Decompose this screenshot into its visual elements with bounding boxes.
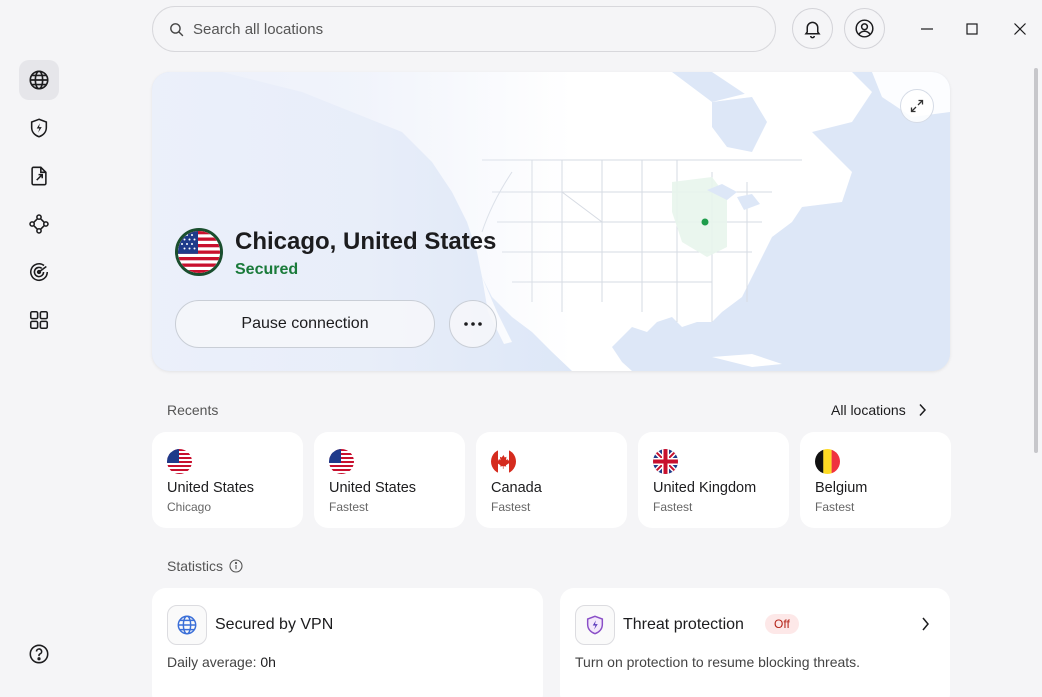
- shield-bolt-icon: [30, 118, 48, 138]
- all-locations-link[interactable]: All locations: [831, 402, 928, 418]
- sidebar-item-file-share[interactable]: [19, 156, 59, 196]
- recent-country: United States: [329, 480, 417, 496]
- vpn-stat-title: Secured by VPN: [215, 616, 334, 633]
- close-button[interactable]: [1005, 14, 1035, 44]
- expand-map-button[interactable]: [900, 89, 934, 123]
- recent-country: United Kingdom: [653, 480, 757, 496]
- shield-bolt-icon: [586, 615, 604, 635]
- connection-status: Secured: [235, 261, 299, 278]
- info-icon[interactable]: [229, 559, 243, 573]
- notifications-button[interactable]: [792, 8, 833, 49]
- sidebar-item-globe[interactable]: [19, 60, 59, 100]
- minimize-icon: [921, 28, 933, 30]
- recents-heading: Recents: [167, 402, 219, 418]
- meshnet-icon: [29, 214, 49, 234]
- us-flag-icon: [175, 228, 223, 276]
- recent-location-card[interactable]: United Kingdom Fastest: [638, 432, 789, 528]
- us-flag-icon: [167, 449, 192, 474]
- search-bar[interactable]: [152, 6, 776, 52]
- scrollbar[interactable]: [1034, 68, 1038, 453]
- threat-description: Turn on protection to resume blocking th…: [575, 654, 861, 670]
- vpn-globe-icon-box: [167, 605, 207, 645]
- sidebar-item-dark-web-monitor[interactable]: [19, 252, 59, 292]
- statistics-heading: Statistics: [167, 558, 243, 574]
- more-options-button[interactable]: [449, 300, 497, 348]
- sidebar: [0, 0, 78, 697]
- recent-country: Belgium: [815, 480, 868, 496]
- sidebar-item-threat-protection[interactable]: [19, 108, 59, 148]
- recent-subtitle: Chicago: [167, 500, 212, 514]
- globe-icon: [177, 615, 197, 635]
- recent-subtitle: Fastest: [491, 500, 531, 514]
- radar-icon: [29, 263, 49, 281]
- chevron-right-icon: [919, 403, 926, 417]
- daily-average: Daily average: 0h: [167, 654, 276, 670]
- account-button[interactable]: [844, 8, 885, 49]
- recent-country: United States: [167, 480, 255, 496]
- file-share-icon: [31, 166, 47, 186]
- help-icon: [29, 644, 49, 664]
- secured-by-vpn-card[interactable]: Secured by VPN Daily average: 0h: [152, 588, 543, 697]
- all-locations-label: All locations: [831, 402, 906, 418]
- recent-subtitle: Fastest: [329, 500, 369, 514]
- us-flag-icon: [329, 449, 354, 474]
- daily-average-label: Daily average:: [167, 654, 261, 670]
- recent-subtitle: Fastest: [815, 500, 855, 514]
- search-input[interactable]: [193, 20, 753, 38]
- threat-shield-icon-box: [575, 605, 615, 645]
- sidebar-item-apps[interactable]: [19, 300, 59, 340]
- globe-icon: [29, 70, 49, 90]
- recent-country: Canada: [491, 480, 542, 496]
- recent-location-card[interactable]: United States Chicago: [152, 432, 303, 528]
- connection-map-card: Chicago, United States Secured Pause con…: [152, 72, 950, 371]
- minimize-button[interactable]: [912, 14, 942, 44]
- search-icon: [170, 22, 184, 36]
- chevron-right-icon: [922, 617, 929, 631]
- ca-flag-icon: [491, 449, 516, 474]
- recent-location-card[interactable]: Canada Fastest: [476, 432, 627, 528]
- maximize-icon: [966, 23, 978, 35]
- be-flag-icon: [815, 449, 840, 474]
- more-dots-icon: [464, 322, 482, 326]
- sidebar-item-help[interactable]: [19, 634, 59, 674]
- close-icon: [1014, 23, 1026, 35]
- bell-icon: [804, 21, 821, 39]
- recent-subtitle: Fastest: [653, 500, 693, 514]
- connected-location-title: Chicago, United States: [235, 228, 497, 255]
- daily-average-value: 0h: [260, 654, 276, 670]
- status-badge: Off: [765, 614, 799, 634]
- statistics-label: Statistics: [167, 558, 224, 574]
- recent-location-card[interactable]: Belgium Fastest: [800, 432, 951, 528]
- gb-flag-icon: [653, 449, 678, 474]
- maximize-button[interactable]: [957, 14, 987, 44]
- threat-protection-card[interactable]: Threat protection Off Turn on protection…: [560, 588, 950, 697]
- expand-icon: [910, 99, 924, 113]
- user-icon: [855, 19, 874, 38]
- recent-location-card[interactable]: United States Fastest: [314, 432, 465, 528]
- threat-stat-title: Threat protection: [623, 616, 744, 633]
- pause-connection-button[interactable]: Pause connection: [175, 300, 435, 348]
- apps-grid-icon: [29, 310, 49, 330]
- sidebar-item-meshnet[interactable]: [19, 204, 59, 244]
